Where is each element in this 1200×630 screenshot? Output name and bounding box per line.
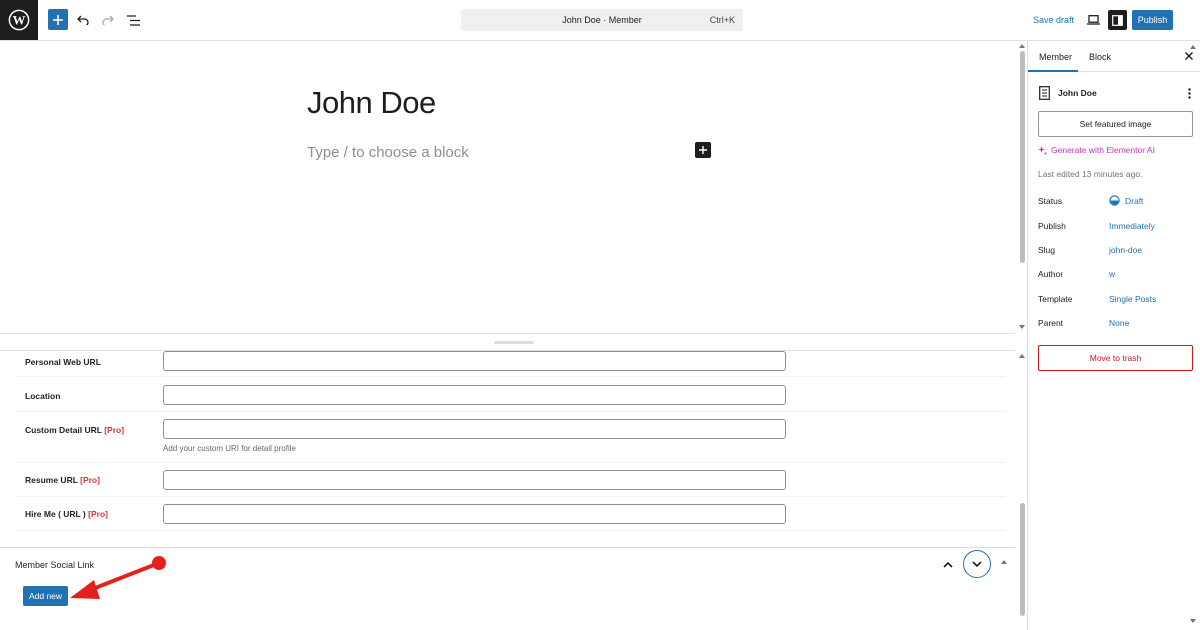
post-title[interactable]: John Doe: [307, 85, 436, 121]
save-draft-button[interactable]: Save draft: [1033, 15, 1074, 25]
field-row-resume-url: Resume URL [Pro]: [15, 463, 1005, 497]
move-to-trash-button[interactable]: Move to trash: [1038, 345, 1193, 371]
field-row-custom-detail-url: Custom Detail URL [Pro] Add your custom …: [15, 412, 1005, 463]
slug-value-link[interactable]: john-doe: [1109, 245, 1142, 255]
member-social-link-box: Member Social Link Add new: [0, 547, 1015, 630]
svg-text:W: W: [13, 13, 26, 27]
command-palette-bar[interactable]: John Doe · Member Ctrl+K: [461, 9, 743, 31]
block-inserter-button[interactable]: [48, 9, 68, 30]
prop-slug: Slug john-doe: [1038, 245, 1198, 259]
sparkle-icon: [1038, 145, 1047, 154]
field-label: Personal Web URL: [25, 357, 101, 367]
wordpress-logo-icon[interactable]: W: [0, 0, 38, 40]
preview-view-button[interactable]: [1083, 10, 1103, 30]
custom-detail-url-input[interactable]: [163, 419, 786, 439]
plus-icon: [53, 14, 63, 25]
prop-label: Author: [1038, 269, 1064, 279]
template-value-link[interactable]: Single Posts: [1109, 294, 1156, 304]
field-label: Resume URL [Pro]: [25, 475, 100, 485]
field-row-hire-me-url: Hire Me ( URL ) [Pro]: [15, 497, 1005, 531]
publish-value-link[interactable]: Immediately: [1109, 221, 1155, 231]
scroll-up-arrow-icon[interactable]: [1019, 354, 1025, 358]
command-shortcut-hint: Ctrl+K: [709, 15, 735, 25]
pro-badge: [Pro]: [80, 475, 100, 485]
pro-badge: [Pro]: [104, 425, 125, 435]
personal-web-url-input[interactable]: [163, 351, 786, 371]
editor-canvas: John Doe Type / to choose a block: [0, 41, 1015, 333]
prop-label: Parent: [1038, 318, 1064, 328]
prop-template: Template Single Posts: [1038, 294, 1198, 308]
location-input[interactable]: [163, 385, 786, 405]
redo-button[interactable]: [97, 9, 119, 31]
add-new-button[interactable]: Add new: [23, 586, 68, 606]
tab-member[interactable]: Member: [1039, 52, 1072, 62]
settings-panel-icon: [1112, 14, 1123, 26]
generate-elementor-ai-link[interactable]: Generate with Elementor AI: [1038, 145, 1155, 155]
last-edited-text: Last edited 13 minutes ago.: [1038, 169, 1143, 179]
toggle-panel-button[interactable]: [963, 550, 991, 578]
prop-publish: Publish Immediately: [1038, 221, 1198, 235]
settings-panel-toggle[interactable]: [1108, 10, 1127, 30]
chevron-down-icon: [972, 560, 982, 567]
tab-block[interactable]: Block: [1089, 52, 1111, 62]
sidebar-tabs: Member Block: [1028, 41, 1200, 72]
meta-boxes-resize-handle[interactable]: [0, 333, 1015, 351]
document-overview-icon: [126, 14, 140, 26]
prop-parent: Parent None: [1038, 318, 1198, 332]
scroll-down-arrow-icon[interactable]: [1019, 325, 1025, 329]
undo-icon: [77, 15, 89, 25]
settings-sidebar: Member Block John Doe Set featured image…: [1027, 41, 1200, 630]
prop-label: Slug: [1038, 245, 1056, 255]
resize-grip-icon: [494, 341, 534, 344]
parent-value-link[interactable]: None: [1109, 318, 1129, 328]
sidebar-scrollbar[interactable]: [1188, 41, 1198, 630]
hire-me-url-input[interactable]: [163, 504, 786, 524]
prop-author: Author w: [1038, 269, 1198, 283]
document-icon: [1039, 86, 1050, 100]
field-label: Hire Me ( URL ) [Pro]: [25, 509, 108, 519]
command-bar-title: John Doe · Member: [562, 15, 642, 25]
meta-scrollbar[interactable]: [1017, 351, 1027, 630]
meta-boxes-area: Personal Web URL Location Custom Detail …: [0, 351, 1015, 630]
draft-status-icon: [1109, 195, 1120, 206]
field-label: Location: [25, 391, 61, 401]
scroll-down-arrow-icon[interactable]: [1190, 619, 1196, 623]
plus-icon: [699, 146, 707, 154]
block-placeholder[interactable]: Type / to choose a block: [307, 144, 469, 161]
prop-status: Status Draft: [1038, 195, 1198, 210]
field-help-text: Add your custom URI for detail profile: [163, 444, 296, 453]
chevron-up-icon: [943, 561, 953, 568]
document-overview-button[interactable]: [122, 9, 144, 31]
status-value-link[interactable]: Draft: [1125, 196, 1143, 206]
move-box-up-button[interactable]: [940, 556, 956, 572]
desktop-view-icon: [1086, 15, 1100, 25]
pro-badge: [Pro]: [88, 509, 108, 519]
scroll-up-arrow-icon[interactable]: [1190, 45, 1196, 49]
editor-top-toolbar: W John Doe · Member Ctrl+K Save draft Pu…: [0, 0, 1200, 41]
prop-label: Status: [1038, 196, 1063, 206]
scrollbar-thumb[interactable]: [1020, 51, 1025, 263]
undo-button[interactable]: [72, 9, 94, 31]
elementor-ai-label: Generate with Elementor AI: [1051, 145, 1155, 155]
author-value-link[interactable]: w: [1109, 269, 1115, 279]
social-box-title: Member Social Link: [15, 560, 95, 570]
field-label: Custom Detail URL [Pro]: [25, 425, 125, 435]
document-title: John Doe: [1058, 88, 1097, 98]
prop-label: Publish: [1038, 221, 1066, 231]
redo-icon: [102, 15, 114, 25]
active-tab-indicator: [1028, 70, 1078, 72]
field-row-personal-web-url: Personal Web URL: [15, 351, 1005, 377]
resume-url-input[interactable]: [163, 470, 786, 490]
document-summary: John Doe: [1039, 86, 1194, 100]
set-featured-image-button[interactable]: Set featured image: [1038, 111, 1193, 137]
scroll-up-arrow-icon[interactable]: [1019, 44, 1025, 48]
scrollbar-thumb[interactable]: [1020, 503, 1025, 616]
field-row-location: Location: [15, 377, 1005, 412]
scroll-up-arrow-icon[interactable]: [1001, 560, 1007, 564]
editor-scrollbar[interactable]: [1017, 41, 1027, 333]
inline-block-inserter-button[interactable]: [695, 142, 711, 158]
prop-label: Template: [1038, 294, 1073, 304]
publish-button[interactable]: Publish: [1132, 10, 1173, 30]
